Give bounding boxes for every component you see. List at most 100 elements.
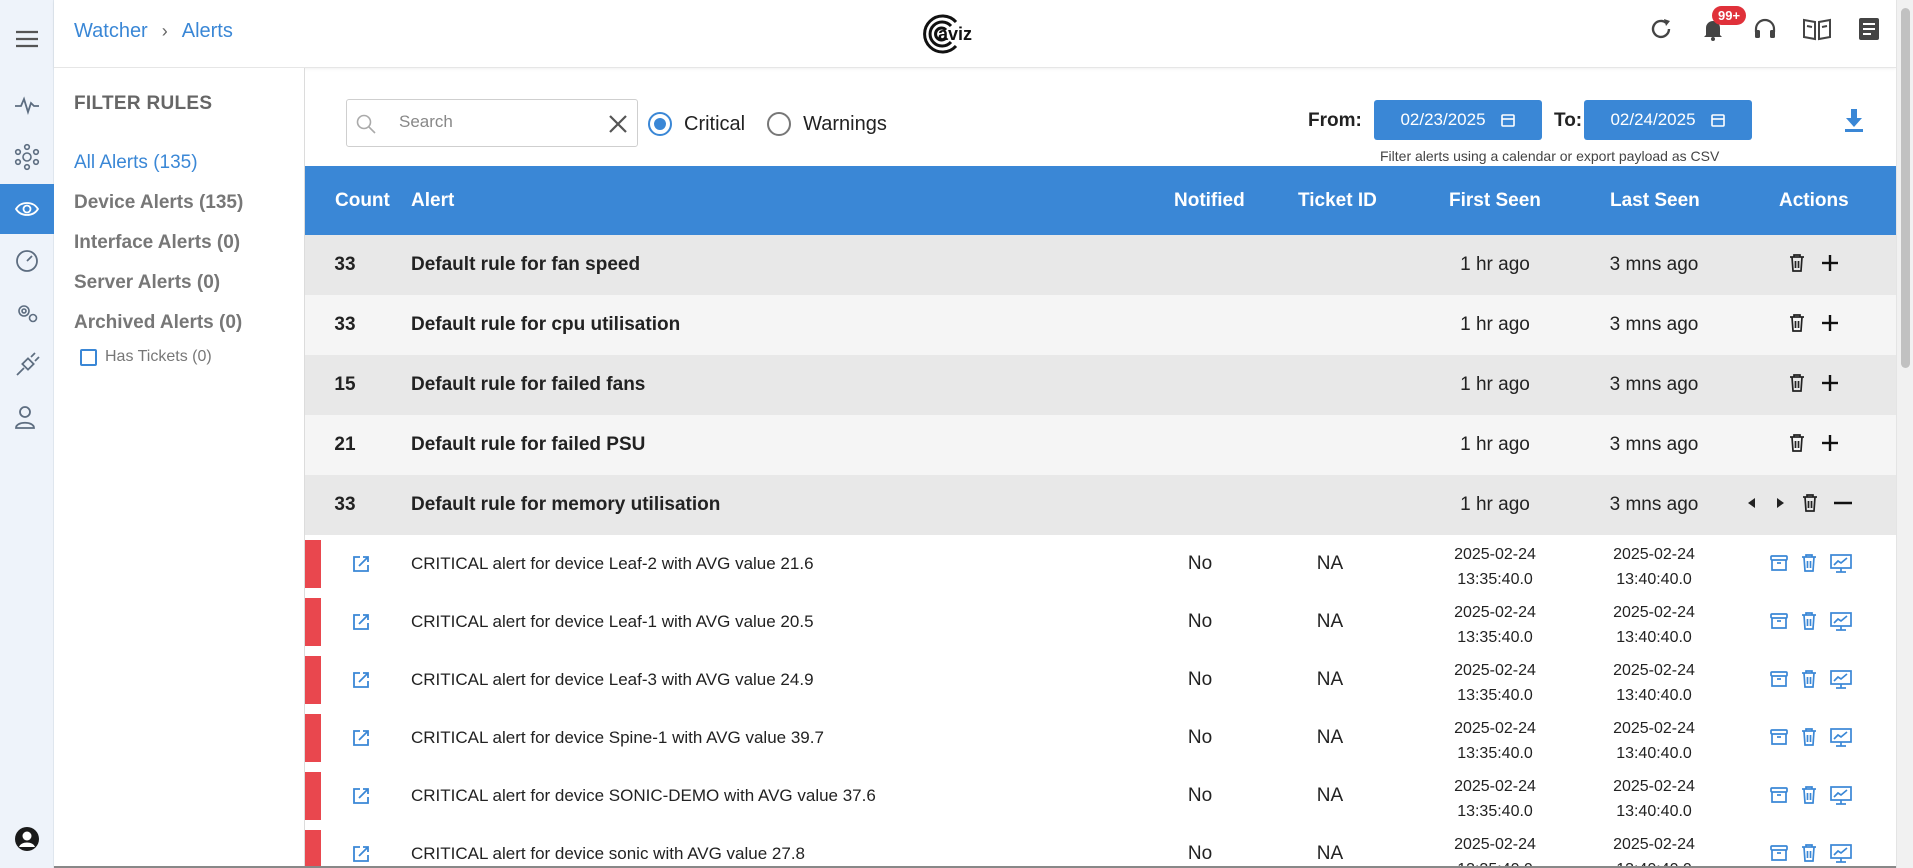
documentation-book-icon[interactable]: [1802, 14, 1832, 44]
filter-device-alerts[interactable]: Device Alerts (135): [74, 192, 243, 214]
open-link-icon[interactable]: [351, 728, 371, 748]
group-count: 33: [334, 254, 356, 275]
col-last-seen[interactable]: Last Seen: [1610, 190, 1700, 212]
user-admin-icon[interactable]: [0, 392, 54, 442]
breadcrumb-alerts[interactable]: Alerts: [182, 20, 233, 43]
expand-plus-icon[interactable]: [1820, 433, 1840, 453]
filter-archived-alerts[interactable]: Archived Alerts (0): [74, 312, 242, 334]
date-range-filter: From: 02/23/2025 To: 02/24/2025 Filter a…: [1308, 84, 1868, 164]
trend-chart-icon[interactable]: [1829, 553, 1853, 573]
delete-trash-icon[interactable]: [1799, 611, 1819, 631]
next-page-icon[interactable]: [1773, 493, 1787, 513]
menu-icon[interactable]: [0, 14, 54, 64]
calendar-icon: [1500, 114, 1515, 127]
has-tickets-checkbox[interactable]: [80, 348, 97, 366]
col-count[interactable]: Count: [335, 190, 390, 212]
delete-trash-icon[interactable]: [1788, 313, 1806, 333]
search-box: [346, 99, 638, 147]
detail-actions: [1769, 785, 1853, 805]
delete-trash-icon[interactable]: [1799, 727, 1819, 747]
filter-interface-alerts[interactable]: Interface Alerts (0): [74, 232, 240, 254]
alert-first-seen: 2025-02-24 13:35:40.0: [1430, 774, 1560, 824]
alert-group-row[interactable]: 21 Default rule for failed PSU 1 hr ago …: [305, 415, 1896, 475]
filter-all-alerts[interactable]: All Alerts (135): [74, 152, 198, 174]
critical-radio[interactable]: Critical: [648, 112, 745, 136]
delete-trash-icon[interactable]: [1799, 785, 1819, 805]
first-seen-date: 2025-02-24: [1454, 546, 1536, 563]
archive-icon[interactable]: [1769, 785, 1789, 805]
archive-icon[interactable]: [1769, 843, 1789, 863]
col-ticket-id[interactable]: Ticket ID: [1298, 190, 1377, 212]
col-first-seen[interactable]: First Seen: [1449, 190, 1541, 212]
notifications-bell-icon[interactable]: 99+: [1698, 6, 1747, 44]
open-link-icon[interactable]: [351, 554, 371, 574]
alert-group-row[interactable]: 33 Default rule for fan speed 1 hr ago 3…: [305, 235, 1896, 295]
collapse-minus-icon[interactable]: [1833, 493, 1853, 513]
account-avatar-icon[interactable]: [0, 814, 54, 864]
clear-search-icon[interactable]: [607, 113, 629, 135]
calendar-icon: [1710, 114, 1725, 127]
open-link-icon[interactable]: [351, 670, 371, 690]
alert-group-row-expanded[interactable]: 33 Default rule for memory utilisation 1…: [305, 475, 1896, 535]
open-link-icon[interactable]: [351, 612, 371, 632]
scrollbar-thumb[interactable]: [1901, 8, 1910, 368]
support-headset-icon[interactable]: [1750, 14, 1780, 44]
delete-trash-icon[interactable]: [1788, 373, 1806, 393]
delete-trash-icon[interactable]: [1799, 669, 1819, 689]
trend-chart-icon[interactable]: [1829, 727, 1853, 747]
trend-chart-icon[interactable]: [1829, 843, 1853, 863]
warnings-radio[interactable]: Warnings: [767, 112, 887, 136]
filter-server-alerts[interactable]: Server Alerts (0): [74, 272, 220, 294]
breadcrumb-watcher[interactable]: Watcher: [74, 20, 148, 43]
page-scrollbar[interactable]: [1896, 0, 1913, 868]
dashboard-gauge-icon[interactable]: [0, 236, 54, 286]
trend-chart-icon[interactable]: [1829, 785, 1853, 805]
from-date-picker[interactable]: 02/23/2025: [1374, 100, 1542, 140]
search-input[interactable]: [399, 112, 589, 132]
alert-group-row[interactable]: 15 Default rule for failed fans 1 hr ago…: [305, 355, 1896, 415]
critical-radio-label: Critical: [684, 112, 746, 135]
delete-trash-icon[interactable]: [1799, 553, 1819, 573]
pulse-icon[interactable]: [0, 80, 54, 130]
refresh-icon[interactable]: [1646, 14, 1676, 44]
archive-icon[interactable]: [1769, 611, 1789, 631]
expand-plus-icon[interactable]: [1820, 373, 1840, 393]
previous-page-icon[interactable]: [1745, 493, 1759, 513]
trend-chart-icon[interactable]: [1829, 611, 1853, 631]
last-seen-date: 2025-02-24: [1613, 546, 1695, 563]
integration-plug-icon[interactable]: [0, 340, 54, 390]
network-icon[interactable]: [0, 132, 54, 182]
warnings-radio-dot[interactable]: [767, 112, 792, 136]
first-seen-date: 2025-02-24: [1454, 778, 1536, 795]
open-link-icon[interactable]: [351, 786, 371, 806]
delete-trash-icon[interactable]: [1788, 253, 1806, 273]
archive-icon[interactable]: [1769, 727, 1789, 747]
group-count: 33: [334, 494, 356, 515]
settings-gears-icon[interactable]: [0, 288, 54, 338]
expand-plus-icon[interactable]: [1820, 253, 1840, 273]
alert-detail-text: CRITICAL alert for device sonic with AVG…: [411, 844, 806, 863]
delete-trash-icon[interactable]: [1801, 493, 1819, 513]
alert-group-row[interactable]: 33 Default rule for cpu utilisation 1 hr…: [305, 295, 1896, 355]
severity-radio-group: Critical Warnings: [648, 112, 887, 136]
delete-trash-icon[interactable]: [1788, 433, 1806, 453]
download-csv-button[interactable]: [1840, 106, 1868, 134]
critical-radio-dot[interactable]: [648, 112, 672, 136]
col-alert[interactable]: Alert: [411, 190, 454, 212]
open-link-icon[interactable]: [351, 844, 371, 864]
notes-document-icon[interactable]: [1854, 14, 1884, 44]
archive-icon[interactable]: [1769, 553, 1789, 573]
to-date-picker[interactable]: 02/24/2025: [1584, 100, 1752, 140]
watcher-eye-icon[interactable]: [0, 184, 54, 234]
detail-actions: [1769, 727, 1853, 747]
group-last-seen: 3 mns ago: [1609, 254, 1699, 275]
archive-icon[interactable]: [1769, 669, 1789, 689]
breadcrumb-separator-icon: ›: [161, 21, 168, 41]
alert-detail-text: CRITICAL alert for device Leaf-2 with AV…: [411, 554, 814, 573]
group-actions: [1788, 433, 1840, 453]
has-tickets-filter[interactable]: Has Tickets (0): [80, 348, 212, 366]
expand-plus-icon[interactable]: [1820, 313, 1840, 333]
delete-trash-icon[interactable]: [1799, 843, 1819, 863]
col-notified[interactable]: Notified: [1174, 190, 1245, 212]
trend-chart-icon[interactable]: [1829, 669, 1853, 689]
